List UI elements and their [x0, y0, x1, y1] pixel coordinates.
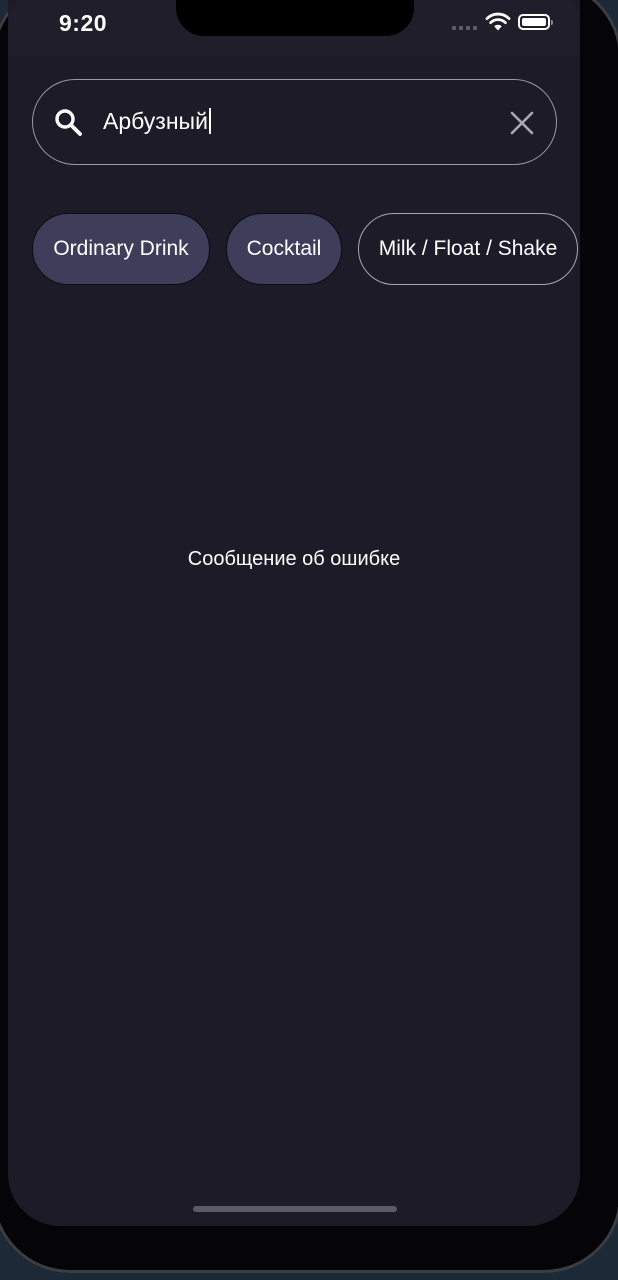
wifi-icon — [485, 12, 511, 31]
search-input-value: Арбузный — [103, 108, 208, 134]
app-screen: 9:20 Арбузный Ordinary Drink Cocktail Mi… — [8, 0, 580, 1226]
device-frame: 9:20 Арбузный Ordinary Drink Cocktail Mi… — [0, 0, 618, 1273]
text-caret — [208, 108, 211, 134]
chip-milk-float-shake[interactable]: Milk / Float / Shake — [358, 213, 578, 285]
chip-ordinary-drink[interactable]: Ordinary Drink — [32, 213, 210, 285]
search-icon — [55, 109, 82, 136]
status-time: 9:20 — [59, 10, 108, 36]
search-input[interactable]: Арбузный — [103, 108, 211, 135]
cellular-signal-icon — [452, 26, 477, 30]
chip-label: Ordinary Drink — [53, 237, 189, 260]
chip-label: Cocktail — [246, 237, 322, 260]
category-filter-chips: Ordinary Drink Cocktail Milk / Float / S… — [32, 213, 578, 285]
chip-cocktail[interactable]: Cocktail — [226, 213, 342, 285]
close-icon[interactable] — [509, 110, 535, 136]
error-message: Сообщение об ошибке — [187, 548, 401, 570]
search-bar[interactable]: Арбузный — [32, 79, 557, 165]
status-bar: 9:20 — [8, 0, 580, 56]
home-indicator[interactable] — [193, 1206, 397, 1212]
battery-icon — [518, 14, 553, 30]
chip-label: Milk / Float / Shake — [378, 237, 558, 260]
notch — [176, 0, 414, 36]
